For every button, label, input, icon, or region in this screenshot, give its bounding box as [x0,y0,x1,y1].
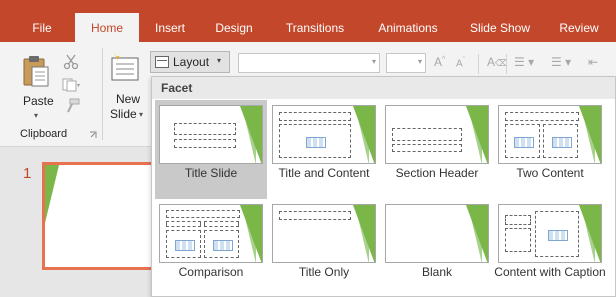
layout-label: Layout [173,55,210,69]
layout-thumbnail [159,204,263,263]
ribbon-separator [478,54,479,74]
theme-green-shape [240,106,262,163]
layout-thumbnail [272,204,376,263]
tab-transitions[interactable]: Transitions [278,14,352,42]
new-slide-button[interactable]: New Slide ▾ [104,48,148,130]
content-placeholder-right [543,124,578,158]
layout-option-title-and-content[interactable]: Title and Content [268,100,380,199]
new-slide-icon [111,52,139,81]
theme-green-shape [579,205,601,262]
content-placeholder [535,211,579,257]
title-placeholder [279,211,351,220]
dialog-launcher-icon[interactable] [89,131,97,139]
bullets-icon[interactable]: ☰ ▾ [514,55,534,69]
slide-thumbnail[interactable] [42,162,157,270]
theme-green-shape [579,106,601,163]
heading-placeholder-left [166,221,201,227]
theme-green-shape [466,106,488,163]
clipboard-group-label: Clipboard [20,128,68,140]
layout-option-blank[interactable]: Blank [381,199,493,297]
layout-option-comparison[interactable]: Comparison [155,199,267,297]
theme-green-shape [466,205,488,262]
decrease-indent-icon[interactable]: ⇤ [588,55,598,69]
chevron-down-icon: ▾ [217,56,222,65]
format-painter-icon[interactable] [62,98,80,114]
layout-option-two-content[interactable]: Two Content [494,100,606,199]
tab-file[interactable]: File [22,14,62,42]
title-placeholder [392,128,462,141]
layout-thumbnail [385,105,489,164]
layout-option-section-header[interactable]: Section Header [381,100,493,199]
layout-thumbnail [159,105,263,164]
layout-icon [155,56,169,68]
theme-green-shape [353,205,375,262]
tab-home[interactable]: Home [75,13,139,43]
title-placeholder [174,123,236,135]
new-slide-label-line2: Slide [110,107,137,121]
layout-name: Two Content [516,166,584,180]
layout-thumbnail [498,204,602,263]
layout-name: Content with Caption [494,265,606,279]
layout-option-content-with-caption[interactable]: Content with Caption [494,199,606,297]
shrink-font-icon[interactable]: Aˇ [456,57,465,69]
new-slide-dropdown-caret[interactable]: ▾ [139,110,143,119]
layout-button[interactable]: Layout ▾ [150,51,230,73]
text-placeholder [392,144,462,152]
title-placeholder [166,210,240,218]
tab-insert[interactable]: Insert [150,14,190,42]
content-placeholder-left [505,124,540,158]
title-placeholder [505,112,579,121]
slide-thumbnail-pane: 1 [0,147,157,297]
subtitle-placeholder [174,139,236,148]
clear-formatting-icon[interactable]: A⌫ [487,55,508,69]
layout-name: Title and Content [278,166,370,180]
scissors-icon[interactable] [63,54,79,70]
slide-theme-accent [45,165,59,223]
grow-font-icon[interactable]: A^ [434,55,445,69]
title-placeholder [279,112,351,121]
content-placeholder [279,124,351,158]
heading-placeholder-right [204,221,239,227]
content-placeholder-left [166,230,201,258]
ribbon-tab-bar: File Home Insert Design Transitions Anim… [0,0,616,43]
font-name-select[interactable]: ▾ [238,53,380,73]
numbering-icon[interactable]: ☰ ▾ [551,55,571,69]
new-slide-label-line1: New [116,92,141,106]
paste-icon [23,56,49,87]
theme-green-shape [353,106,375,163]
tab-animations[interactable]: Animations [368,14,448,42]
theme-green-shape [240,205,262,262]
layout-thumbnail [385,204,489,263]
title-placeholder [505,215,531,225]
slide-number: 1 [23,165,32,182]
layout-thumbnail [272,105,376,164]
svg-text:▾: ▾ [77,83,80,89]
tab-design[interactable]: Design [208,14,260,42]
layout-thumbnail [498,105,602,164]
theme-name: Facet [161,81,193,95]
layout-gallery: Facet Title Slide Title and Content Sect… [151,76,616,297]
copy-icon[interactable]: ▾ [62,78,80,92]
tab-slide-show[interactable]: Slide Show [463,14,537,42]
layout-name: Section Header [395,166,479,180]
font-size-select[interactable]: ▾ [386,53,426,73]
layout-name: Blank [421,265,453,279]
paste-dropdown-caret[interactable]: ▾ [34,111,38,120]
ribbon-separator [102,48,103,140]
layout-option-title-slide[interactable]: Title Slide [155,100,267,199]
ribbon-separator [506,54,507,74]
tab-review[interactable]: Review [554,14,604,42]
layout-name: Comparison [178,265,244,279]
content-placeholder-right [204,230,239,258]
gallery-theme-header: Facet [152,77,615,99]
layout-name: Title Only [298,265,350,279]
paste-button[interactable]: Paste ▾ [14,48,58,126]
paste-label: Paste [23,94,54,108]
caption-placeholder [505,228,531,252]
layout-option-title-only[interactable]: Title Only [268,199,380,297]
layout-name: Title Slide [184,166,238,180]
